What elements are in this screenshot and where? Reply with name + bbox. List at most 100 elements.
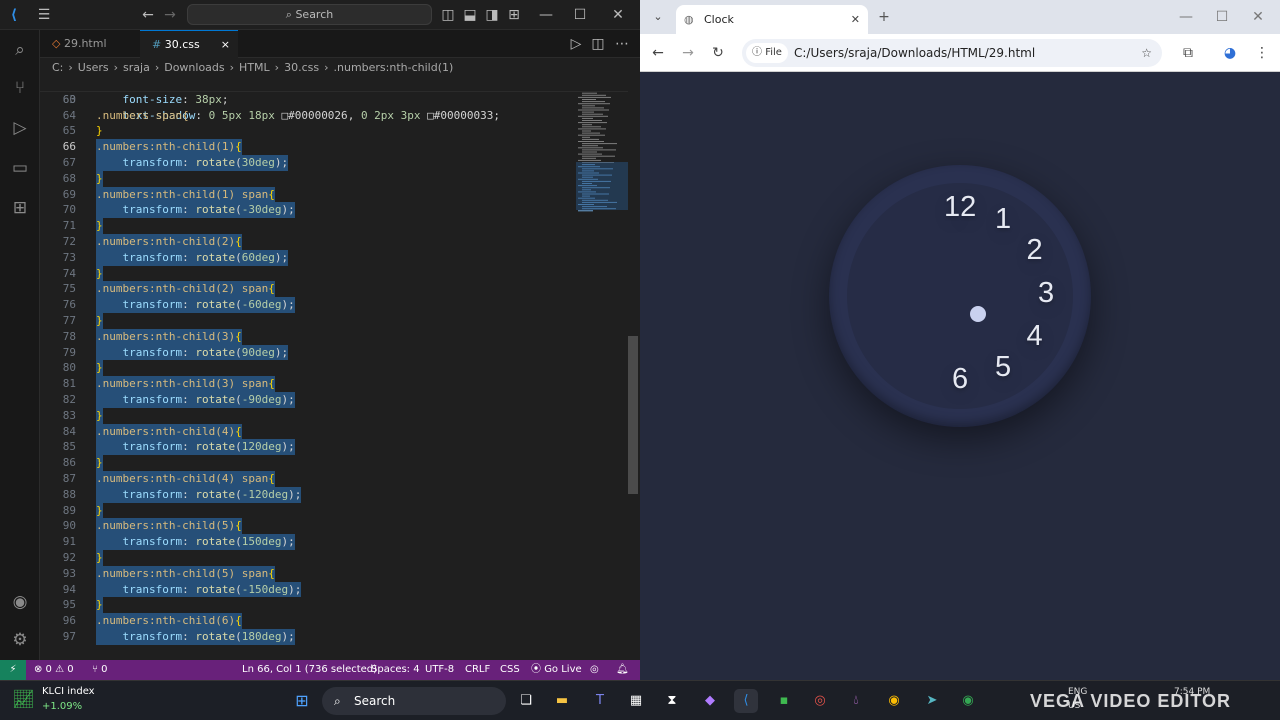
bookmark-star-icon[interactable]: ☆: [1141, 39, 1152, 67]
explorer-icon[interactable]: ⌕: [8, 38, 32, 62]
language-mode[interactable]: CSS: [500, 660, 520, 680]
code-line[interactable]: 71}: [40, 218, 628, 234]
tab-search-icon[interactable]: ⌄: [648, 7, 668, 27]
taskbar-search[interactable]: ⌕ Search: [322, 687, 506, 715]
editor-scrollbar[interactable]: [628, 336, 638, 494]
close-window-icon[interactable]: ✕: [1248, 7, 1268, 27]
close-tab-icon[interactable]: ×: [221, 31, 230, 59]
code-line[interactable]: 93 .numbers:nth-child(5) span{: [40, 565, 628, 582]
run-icon[interactable]: ▷: [566, 34, 586, 54]
hamburger-menu-icon[interactable]: ☰: [34, 5, 54, 25]
code-editor[interactable]: 60 .numbers span{ 62 color: #dbe7fd;63 f…: [40, 76, 628, 660]
chrome-canary-icon[interactable]: ◉: [956, 689, 980, 713]
code-line[interactable]: 97 transform: rotate(180deg);: [40, 629, 628, 645]
code-line[interactable]: 63 font-size: 38px;: [40, 92, 628, 108]
back-arrow-icon[interactable]: ←: [138, 5, 158, 25]
tab-29-html[interactable]: ◇ 29.html: [40, 30, 140, 58]
windows-start-icon[interactable]: ⊞: [290, 689, 314, 713]
media-player-icon[interactable]: ◎: [808, 689, 832, 713]
code-line[interactable]: 72 .numbers:nth-child(2){: [40, 234, 628, 250]
forward-arrow-icon[interactable]: →: [678, 43, 698, 63]
command-center-search[interactable]: ⌕ Search: [187, 4, 432, 25]
eol-indicator[interactable]: CRLF: [465, 660, 490, 680]
source-control-icon[interactable]: ⑂: [8, 76, 32, 100]
maximize-icon[interactable]: ☐: [570, 5, 590, 25]
code-line[interactable]: 96 .numbers:nth-child(6){: [40, 613, 628, 629]
tab-30-css[interactable]: # 30.css ×: [140, 30, 238, 58]
code-line[interactable]: 80}: [40, 360, 628, 377]
file-explorer-icon[interactable]: ▬: [550, 689, 574, 713]
code-line[interactable]: 73 transform: rotate(60deg);: [40, 249, 628, 266]
breadcrumb-part[interactable]: sraja: [123, 61, 150, 74]
notifications-bell-icon[interactable]: 🔔︎: [616, 660, 629, 680]
close-window-icon[interactable]: ✕: [608, 5, 628, 25]
code-line[interactable]: 95}: [40, 597, 628, 614]
terminal-icon[interactable]: ▪: [772, 689, 796, 713]
code-line[interactable]: 94 transform: rotate(-150deg);: [40, 581, 628, 598]
breadcrumb-part[interactable]: 30.css: [284, 61, 319, 74]
toggle-secondary-sidebar-icon[interactable]: ◨: [482, 5, 502, 25]
code-line[interactable]: 85 transform: rotate(120deg);: [40, 439, 628, 456]
breadcrumb[interactable]: C: › Users › sraja › Downloads › HTML › 30.css › .nu…: [52, 60, 453, 76]
code-line[interactable]: 84 .numbers:nth-child(4){: [40, 423, 628, 440]
hourglass-icon[interactable]: ⧗: [660, 689, 684, 713]
code-line[interactable]: 77}: [40, 313, 628, 329]
code-line[interactable]: 76 transform: rotate(-60deg);: [40, 297, 628, 313]
forward-arrow-icon[interactable]: →: [160, 5, 180, 25]
minimize-icon[interactable]: —: [1176, 7, 1196, 27]
settings-gear-icon[interactable]: ⚙: [8, 628, 32, 652]
back-arrow-icon[interactable]: ←: [648, 43, 668, 63]
chrome-taskbar-icon[interactable]: ◉: [882, 689, 906, 713]
code-line[interactable]: 91 transform: rotate(150deg);: [40, 534, 628, 550]
split-editor-icon[interactable]: ◫: [588, 34, 608, 54]
code-line[interactable]: 68}: [40, 170, 628, 187]
address-bar[interactable]: ⓘ File C:/Users/sraja/Downloads/HTML/29.…: [742, 39, 1162, 67]
encoding-indicator[interactable]: UTF-8: [425, 660, 454, 680]
code-line[interactable]: 87 .numbers:nth-child(4) span{: [40, 471, 628, 487]
copilot-icon[interactable]: ◎: [590, 660, 599, 680]
widget-title[interactable]: KLCI index: [42, 686, 95, 697]
more-actions-icon[interactable]: ⋯: [612, 34, 632, 54]
vscode-taskbar-icon[interactable]: ⟨: [734, 689, 758, 713]
go-live-button[interactable]: ⦿ Go Live: [531, 660, 582, 680]
code-line[interactable]: 74}: [40, 265, 628, 282]
site-info-chip[interactable]: ⓘ File: [746, 43, 788, 63]
code-line[interactable]: 90 .numbers:nth-child(5){: [40, 518, 628, 535]
minimize-icon[interactable]: —: [536, 5, 556, 25]
maximize-icon[interactable]: ☐: [1212, 7, 1232, 27]
breadcrumb-part[interactable]: C:: [52, 61, 63, 74]
chrome-menu-icon[interactable]: ⋮: [1252, 43, 1272, 63]
sticky-scroll-line[interactable]: 60 .numbers span{: [40, 76, 628, 122]
code-line[interactable]: 89}: [40, 502, 628, 519]
breadcrumb-part[interactable]: Users: [78, 61, 109, 74]
breadcrumb-part[interactable]: .numbers:nth-child(1): [334, 61, 454, 74]
cursor-position[interactable]: Ln 66, Col 1 (736 selected): [242, 660, 377, 680]
toggle-panel-icon[interactable]: ⬓: [460, 5, 480, 25]
code-line[interactable]: 65}: [40, 123, 628, 139]
new-tab-icon[interactable]: +: [874, 7, 894, 27]
code-line[interactable]: 78 .numbers:nth-child(3){: [40, 328, 628, 345]
customize-layout-icon[interactable]: ⊞: [504, 5, 524, 25]
remote-explorer-icon[interactable]: ▭: [8, 156, 32, 180]
color-drop-icon[interactable]: 💧︎: [844, 689, 868, 713]
reload-icon[interactable]: ↻: [708, 43, 728, 63]
calculator-icon[interactable]: ▦: [624, 689, 648, 713]
browser-tab-clock[interactable]: ◍ Clock ✕: [676, 5, 868, 34]
indentation-indicator[interactable]: Spaces: 4: [371, 660, 420, 680]
breadcrumb-part[interactable]: Downloads: [164, 61, 224, 74]
code-line[interactable]: 69 .numbers:nth-child(1) span{: [40, 186, 628, 203]
profile-avatar-icon[interactable]: ◕: [1220, 43, 1240, 63]
code-line[interactable]: 79 transform: rotate(90deg);: [40, 344, 628, 361]
ports-indicator[interactable]: ⑂ 0: [92, 660, 108, 680]
code-line[interactable]: 70 transform: rotate(-30deg);: [40, 202, 628, 219]
problems-indicator[interactable]: ⊗ 0 ⚠ 0: [34, 660, 74, 680]
code-line[interactable]: 82 transform: rotate(-90deg);: [40, 392, 628, 408]
code-line[interactable]: 75 .numbers:nth-child(2) span{: [40, 281, 628, 298]
code-line[interactable]: 67 transform: rotate(30deg);: [40, 155, 628, 171]
code-line[interactable]: 88 transform: rotate(-120deg);: [40, 486, 628, 503]
teams-icon[interactable]: T: [588, 689, 612, 713]
accounts-icon[interactable]: ◉: [8, 590, 32, 614]
extensions-puzzle-icon[interactable]: ⧉: [1178, 43, 1198, 63]
toggle-primary-sidebar-icon[interactable]: ◫: [438, 5, 458, 25]
code-line[interactable]: 86}: [40, 455, 628, 471]
